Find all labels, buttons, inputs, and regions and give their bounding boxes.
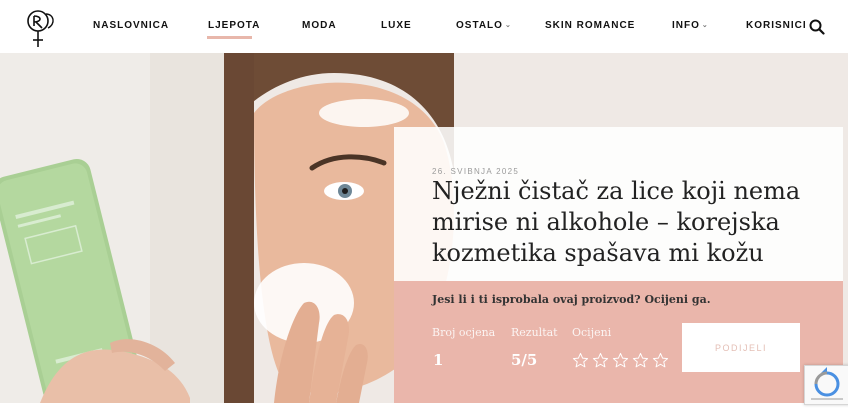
flower-logo[interactable]	[24, 8, 58, 48]
rating-count-value: 1	[433, 351, 444, 369]
rating-count-label: Broj ocjena	[432, 326, 496, 339]
star-icon[interactable]	[592, 352, 609, 369]
nav-item-info[interactable]: INFO ⌄	[672, 20, 709, 31]
nav-item-ljepota[interactable]: LJEPOTA	[208, 20, 260, 31]
chevron-down-icon: ⌄	[504, 22, 512, 29]
article-date: 26. SVIBNJA 2025	[432, 167, 520, 176]
recaptcha-badge[interactable]	[804, 365, 848, 405]
search-icon[interactable]	[809, 19, 825, 35]
product-tube-image	[0, 53, 224, 403]
rating-rate-label: Ocijeni	[572, 326, 612, 339]
nav-item-skin-romance[interactable]: SKIN ROMANCE	[545, 20, 635, 31]
star-icon[interactable]	[652, 352, 669, 369]
nav-item-korisnici[interactable]: KORISNICI	[746, 20, 807, 31]
rating-question: Jesi li i ti isprobala ovaj proizvod? Oc…	[432, 293, 711, 306]
nav-item-naslovnica[interactable]: NASLOVNICA	[93, 20, 169, 31]
nav-item-moda[interactable]: MODA	[302, 20, 337, 31]
site-header: NASLOVNICA LJEPOTA MODA LUXE OSTALO ⌄ SKI…	[0, 0, 848, 54]
share-button[interactable]: PODIJELI	[682, 323, 800, 372]
chevron-down-icon: ⌄	[701, 22, 709, 29]
star-icon[interactable]	[632, 352, 649, 369]
nav-item-luxe[interactable]: LUXE	[381, 20, 412, 31]
rating-result-label: Rezultat	[511, 326, 558, 339]
active-nav-underline	[207, 36, 252, 39]
nav-item-ostalo-label: OSTALO	[456, 20, 503, 31]
nav-item-ostalo[interactable]: OSTALO ⌄	[456, 20, 512, 31]
nav-item-info-label: INFO	[672, 20, 700, 31]
recaptcha-icon	[811, 367, 843, 400]
star-icon[interactable]	[572, 352, 589, 369]
product-photo	[0, 53, 224, 403]
article-title[interactable]: Nježni čistač za lice koji nema mirise n…	[432, 176, 822, 269]
rating-stars	[572, 352, 669, 369]
rating-result-value: 5/5	[511, 351, 538, 369]
star-icon[interactable]	[612, 352, 629, 369]
